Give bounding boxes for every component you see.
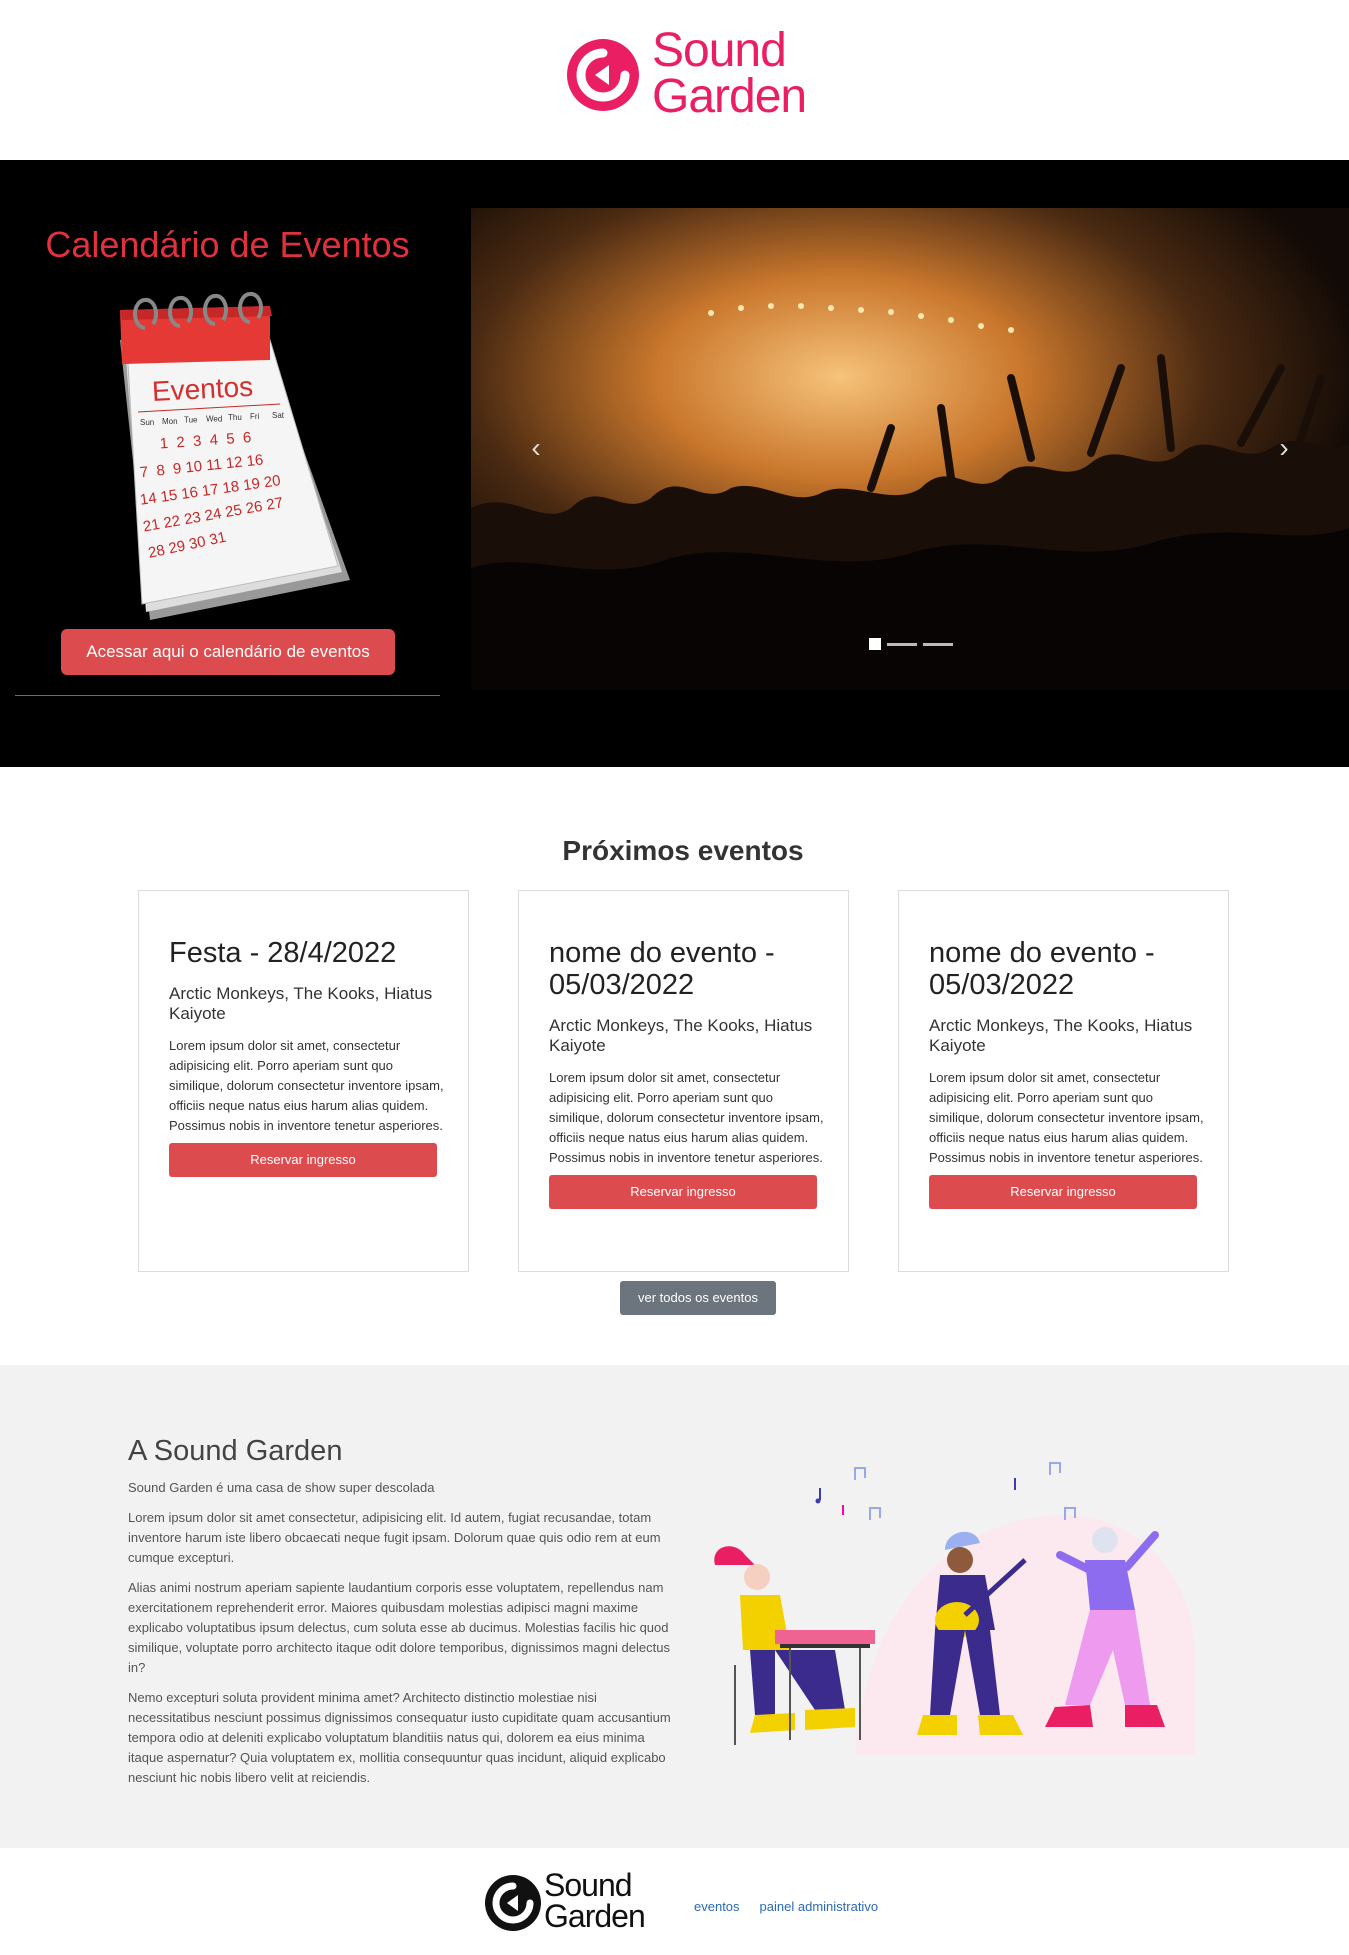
event-description: Lorem ipsum dolor sit amet, consectetur … bbox=[929, 1070, 1204, 1165]
logo-line-sound: Sound bbox=[652, 24, 787, 77]
footer-logo-line-sound: Sound bbox=[544, 1867, 633, 1903]
footer-link-events[interactable]: eventos bbox=[694, 1899, 740, 1914]
logo-line-garden: Garden bbox=[652, 70, 807, 123]
footer-link-admin-panel[interactable]: painel administrativo bbox=[760, 1899, 879, 1914]
about-body: Lorem ipsum dolor sit amet consectetur, … bbox=[128, 1508, 673, 1798]
footer-nav: eventos painel administrativo bbox=[694, 1899, 878, 1914]
event-card: nome do evento - 05/03/2022 Arctic Monke… bbox=[518, 890, 849, 1272]
reserve-ticket-button[interactable]: Reservar ingresso bbox=[169, 1143, 437, 1177]
event-card: Festa - 28/4/2022 Arctic Monkeys, The Ko… bbox=[138, 890, 469, 1272]
concert-carousel[interactable]: ‹ › bbox=[471, 208, 1349, 690]
carousel-prev-button[interactable]: ‹ bbox=[516, 418, 556, 478]
calendar-title: Calendário de Eventos bbox=[45, 224, 410, 265]
event-title: nome do evento - 05/03/2022 bbox=[549, 937, 775, 1001]
footer-logo-text[interactable]: Sound Garden bbox=[544, 1867, 646, 1934]
site-header: Sound Garden bbox=[0, 0, 1349, 160]
site-footer: Sound Garden eventos painel administrati… bbox=[0, 1848, 1349, 1955]
concert-crowd-image bbox=[471, 208, 1349, 690]
event-artists: Arctic Monkeys, The Kooks, Hiatus Kaiyot… bbox=[549, 1016, 813, 1055]
hero-divider bbox=[15, 695, 440, 696]
about-section: A Sound Garden Sound Garden é uma casa d… bbox=[0, 1365, 1349, 1848]
event-title: nome do evento - 05/03/2022 bbox=[929, 937, 1155, 1001]
reserve-ticket-button[interactable]: Reservar ingresso bbox=[549, 1175, 817, 1209]
musicians-illustration bbox=[714, 1462, 1195, 1755]
about-paragraph: Alias animi nostrum aperiam sapiente lau… bbox=[128, 1580, 670, 1675]
calendar-access-button[interactable]: Acessar aqui o calendário de eventos bbox=[61, 629, 395, 675]
event-artists: Arctic Monkeys, The Kooks, Hiatus Kaiyot… bbox=[929, 1016, 1193, 1055]
carousel-indicator-1[interactable] bbox=[869, 638, 881, 650]
footer-logo-line-garden: Garden bbox=[544, 1898, 646, 1934]
calendar-image: Eventos Sun Mon Tue Wed Thu Fri Sat 1 2 3 4 5 … bbox=[120, 291, 350, 620]
reserve-ticket-button[interactable]: Reservar ingresso bbox=[929, 1175, 1197, 1209]
site-logo-text[interactable]: Sound Garden bbox=[652, 24, 807, 123]
event-title: Festa - 28/4/2022 bbox=[169, 937, 397, 969]
about-paragraph: Nemo excepturi soluta provident minima a… bbox=[128, 1690, 671, 1785]
calendar-weekday-label: Sat bbox=[272, 411, 285, 420]
calendar-image-label: Eventos bbox=[151, 371, 254, 407]
about-paragraph: Lorem ipsum dolor sit amet consectetur, … bbox=[128, 1510, 661, 1565]
carousel-indicator-3[interactable] bbox=[923, 642, 953, 646]
event-description: Lorem ipsum dolor sit amet, consectetur … bbox=[549, 1070, 824, 1165]
calendar-weekday-label: Tue bbox=[184, 416, 198, 425]
about-lead: Sound Garden é uma casa de show super de… bbox=[128, 1480, 435, 1495]
hero-section: Calendário de Eventos Eventos Sun Mon Tue W… bbox=[0, 160, 1349, 767]
carousel-indicator-2[interactable] bbox=[887, 642, 917, 646]
calendar-weekday-label: Fri bbox=[250, 412, 260, 421]
calendar-weekday-label: Mon bbox=[162, 417, 178, 426]
carousel-next-button[interactable]: › bbox=[1264, 418, 1304, 478]
calendar-weekday-label: Thu bbox=[228, 413, 242, 422]
upcoming-events-title: Próximos eventos bbox=[562, 835, 804, 866]
event-artists: Arctic Monkeys, The Kooks, Hiatus Kaiyot… bbox=[169, 984, 433, 1023]
carousel-indicators bbox=[869, 638, 953, 650]
calendar-weekday-label: Sun bbox=[140, 418, 154, 427]
about-title: A Sound Garden bbox=[128, 1435, 343, 1467]
view-all-events-button[interactable]: ver todos os eventos bbox=[620, 1281, 776, 1315]
calendar-weekday-label: Wed bbox=[206, 414, 222, 423]
event-card: nome do evento - 05/03/2022 Arctic Monke… bbox=[898, 890, 1229, 1272]
event-description: Lorem ipsum dolor sit amet, consectetur … bbox=[169, 1038, 444, 1133]
